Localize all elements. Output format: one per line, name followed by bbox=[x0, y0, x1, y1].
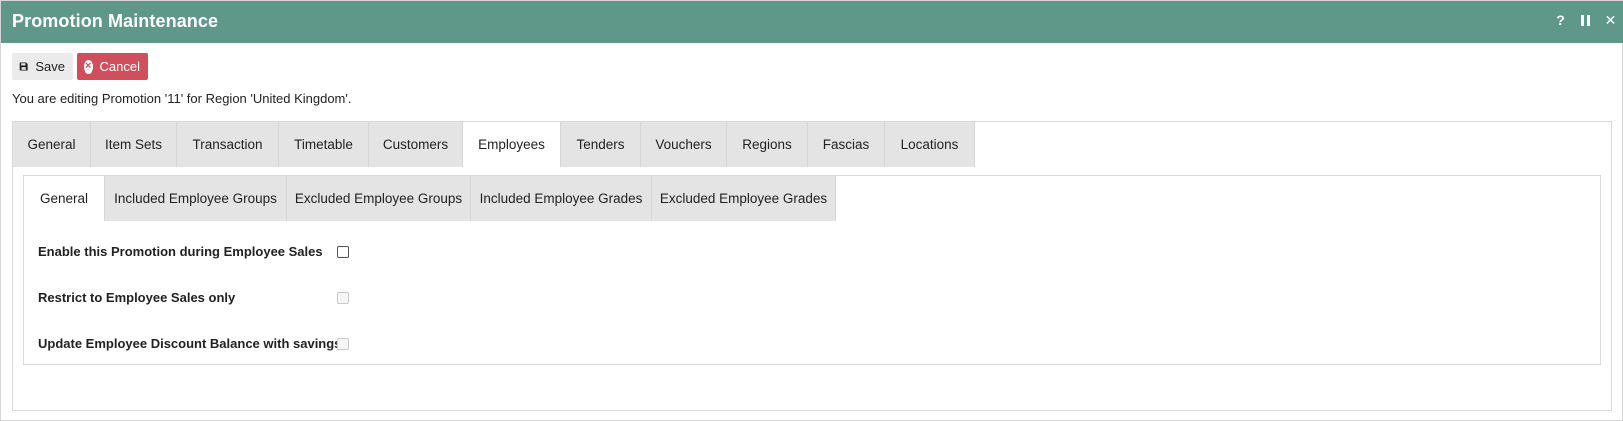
window-controls: ? ✕ bbox=[1553, 11, 1618, 29]
subtab-included-employee-groups[interactable]: Included Employee Groups bbox=[105, 176, 287, 221]
window-title: Promotion Maintenance bbox=[12, 11, 219, 31]
tab-fascias[interactable]: Fascias bbox=[808, 122, 885, 167]
floppy-disk-icon bbox=[19, 62, 28, 71]
subtab-excluded-employee-groups[interactable]: Excluded Employee Groups bbox=[287, 176, 471, 221]
tab-general[interactable]: General bbox=[13, 122, 91, 167]
help-icon[interactable]: ? bbox=[1553, 11, 1568, 29]
employee-sub-tab-bar: General Included Employee Groups Exclude… bbox=[24, 176, 836, 221]
tab-employees[interactable]: Employees bbox=[463, 122, 561, 167]
subtab-included-employee-grades[interactable]: Included Employee Grades bbox=[471, 176, 652, 221]
promotion-maintenance-window: Promotion Maintenance ? ✕ Save × Cancel … bbox=[0, 0, 1623, 421]
close-icon[interactable]: ✕ bbox=[1603, 11, 1618, 29]
cancel-x-icon: × bbox=[84, 59, 93, 74]
cancel-button[interactable]: × Cancel bbox=[77, 53, 148, 80]
update-discount-balance-checkbox[interactable] bbox=[337, 338, 349, 350]
tab-transaction[interactable]: Transaction bbox=[177, 122, 279, 167]
restrict-employee-sales-checkbox[interactable] bbox=[337, 292, 349, 304]
toolbar: Save × Cancel bbox=[12, 53, 148, 80]
pause-icon[interactable] bbox=[1578, 11, 1593, 29]
tab-item-sets[interactable]: Item Sets bbox=[91, 122, 177, 167]
tab-locations[interactable]: Locations bbox=[885, 122, 975, 167]
tab-regions[interactable]: Regions bbox=[727, 122, 808, 167]
employees-panel: General Included Employee Groups Exclude… bbox=[23, 175, 1601, 365]
subtab-general[interactable]: General bbox=[24, 176, 105, 221]
tab-customers[interactable]: Customers bbox=[369, 122, 463, 167]
save-button-label: Save bbox=[35, 59, 65, 74]
save-button[interactable]: Save bbox=[12, 53, 73, 80]
tab-timetable[interactable]: Timetable bbox=[279, 122, 369, 167]
update-discount-balance-label: Update Employee Discount Balance with sa… bbox=[38, 336, 342, 351]
subtab-excluded-employee-grades[interactable]: Excluded Employee Grades bbox=[652, 176, 836, 221]
cancel-button-label: Cancel bbox=[99, 59, 140, 74]
title-bar: Promotion Maintenance ? ✕ bbox=[1, 1, 1623, 43]
tab-tenders[interactable]: Tenders bbox=[561, 122, 641, 167]
restrict-employee-sales-label: Restrict to Employee Sales only bbox=[38, 290, 236, 305]
enable-employee-sales-checkbox[interactable] bbox=[337, 246, 349, 258]
main-tab-bar: General Item Sets Transaction Timetable … bbox=[13, 122, 975, 167]
editing-info-text: You are editing Promotion '11' for Regio… bbox=[12, 91, 352, 106]
tab-vouchers[interactable]: Vouchers bbox=[641, 122, 727, 167]
promotion-tabs-panel: General Item Sets Transaction Timetable … bbox=[12, 121, 1612, 411]
enable-employee-sales-label: Enable this Promotion during Employee Sa… bbox=[38, 244, 323, 259]
